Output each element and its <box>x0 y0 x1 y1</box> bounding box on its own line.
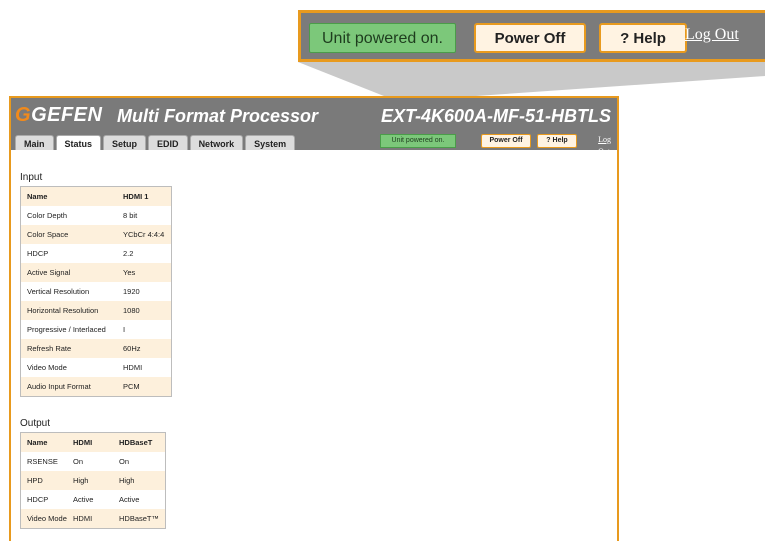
gefen-logo: GGEFEN <box>15 104 103 126</box>
table-row: Progressive / Interlaced I <box>20 320 172 339</box>
header-power-status: Unit powered on. <box>380 134 456 148</box>
table-row: Horizontal Resolution 1080 <box>20 301 172 320</box>
brand-name: GEFEN <box>31 104 103 126</box>
header-power-off-button[interactable]: Power Off <box>481 134 531 148</box>
table-row: Active Signal Yes <box>20 263 172 282</box>
table-row: Vertical Resolution 1920 <box>20 282 172 301</box>
tab-main[interactable]: Main <box>15 135 54 151</box>
tab-network[interactable]: Network <box>189 135 244 151</box>
tab-bar: Main Status Setup EDID Network System <box>15 134 297 151</box>
help-button[interactable]: ? Help <box>599 23 687 53</box>
table-row: Video Mode HDMI HDBaseT™ <box>20 509 166 529</box>
tab-setup[interactable]: Setup <box>103 135 147 151</box>
table-row: Name HDMI 1 <box>20 186 172 206</box>
power-status-indicator: Unit powered on. <box>309 23 456 53</box>
power-off-button[interactable]: Power Off <box>474 23 586 53</box>
input-section-title: Input <box>20 172 43 183</box>
tab-system[interactable]: System <box>245 135 296 151</box>
app-title: Multi Format Processor <box>117 106 319 126</box>
output-status-table: Name HDMI HDBaseT RSENSE On On HPD High High… <box>20 432 166 529</box>
status-page-content: Input Name HDMI 1 Color Depth 8 bit Color… <box>11 150 617 541</box>
table-row: RSENSE On On <box>20 452 166 471</box>
table-row: Audio Input Format PCM <box>20 377 172 397</box>
table-row: Name HDMI HDBaseT <box>20 432 166 452</box>
table-row: Video Mode HDMI <box>20 358 172 377</box>
tab-status[interactable]: Status <box>55 135 102 151</box>
table-row: Refresh Rate 60Hz <box>20 339 172 358</box>
app-window: GGEFEN Multi Format Processor EXT-4K600A… <box>9 96 619 541</box>
model-number: EXT-4K600A-MF-51-HBTLS <box>380 106 611 126</box>
table-row: HPD High High <box>20 471 166 490</box>
header-help-button[interactable]: ? Help <box>537 134 577 148</box>
input-status-table: Name HDMI 1 Color Depth 8 bit Color Space… <box>20 186 172 397</box>
zoomed-controls-callout: Unit powered on. Power Off ? Help Log Ou… <box>298 10 765 62</box>
output-section-title: Output <box>20 418 51 429</box>
table-row: Color Space YCbCr 4:4:4 <box>20 225 172 244</box>
table-row: HDCP Active Active <box>20 490 166 509</box>
header-logout-link[interactable]: Log Out <box>598 134 611 156</box>
tab-edid[interactable]: EDID <box>148 135 188 151</box>
app-header: GGEFEN Multi Format Processor EXT-4K600A… <box>11 98 617 136</box>
logout-link[interactable]: Log Out <box>685 26 739 44</box>
table-row: Color Depth 8 bit <box>20 206 172 225</box>
table-row: HDCP 2.2 <box>20 244 172 263</box>
